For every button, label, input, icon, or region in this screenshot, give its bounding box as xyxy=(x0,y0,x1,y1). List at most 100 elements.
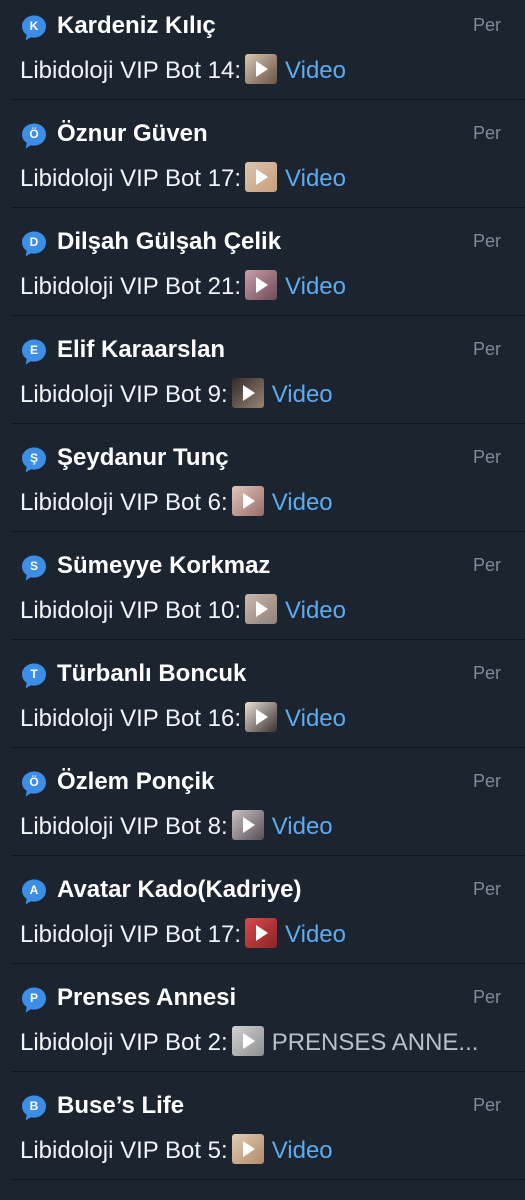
sender-name: Libidoloji VIP Bot 17: xyxy=(20,165,242,192)
video-thumbnail-icon xyxy=(245,54,278,84)
badge-letter: K xyxy=(29,19,39,33)
chat-bubble-icon: D xyxy=(20,230,48,258)
chat-name: Buse’s Life xyxy=(57,1092,185,1119)
chat-name: Dilşah Gülşah Çelik xyxy=(57,228,282,255)
chat-bubble-icon: P xyxy=(20,986,48,1014)
chat-bubble-icon: B xyxy=(20,1094,48,1122)
chat-row[interactable]: Ö Öznur Güven Per Libidoloji VIP Bot 17:… xyxy=(0,100,525,208)
video-thumbnail-icon xyxy=(245,594,278,624)
chat-bubble-icon: T xyxy=(20,662,48,690)
video-thumbnail-icon xyxy=(245,162,278,192)
chat-row[interactable]: Ö Özlem Ponçik Per Libidoloji VIP Bot 8:… xyxy=(0,748,525,856)
message-preview: Video xyxy=(285,597,346,624)
chat-preview-line: Libidoloji VIP Bot 16: Video xyxy=(20,702,501,736)
chat-row[interactable]: P Prenses Annesi Per Libidoloji VIP Bot … xyxy=(0,964,525,1072)
badge-letter: Ö xyxy=(29,127,39,141)
chat-header: K Kardeniz Kılıç Per xyxy=(20,10,501,44)
message-preview: Video xyxy=(285,165,346,192)
message-preview: Video xyxy=(285,921,346,948)
chat-preview-line: Libidoloji VIP Bot 14: Video xyxy=(20,54,501,88)
sender-name: Libidoloji VIP Bot 2: xyxy=(20,1029,228,1056)
message-preview: Video xyxy=(285,57,346,84)
chat-row[interactable]: T Türbanlı Boncuk Per Libidoloji VIP Bot… xyxy=(0,640,525,748)
chat-name: Elif Karaarslan xyxy=(57,336,226,363)
sender-name: Libidoloji VIP Bot 5: xyxy=(20,1137,228,1164)
message-preview: PRENSES ANNE... xyxy=(271,1029,479,1056)
chat-preview-line: Libidoloji VIP Bot 17: Video xyxy=(20,918,501,952)
chat-bubble-icon: Ö xyxy=(20,122,48,150)
video-thumbnail-icon xyxy=(231,1026,264,1056)
message-preview: Video xyxy=(271,813,333,840)
chat-name: Şeydanur Tunç xyxy=(57,444,229,471)
chat-row[interactable]: K Kardeniz Kılıç Per Libidoloji VIP Bot … xyxy=(0,0,525,100)
chat-bubble-icon: A xyxy=(20,878,48,906)
video-thumbnail-icon xyxy=(245,702,278,732)
chat-header: B Buse’s Life Per xyxy=(20,1090,501,1124)
chat-header: T Türbanlı Boncuk Per xyxy=(20,658,501,692)
chat-bubble-icon: Ö xyxy=(20,770,48,798)
badge-letter: B xyxy=(29,1099,39,1113)
chat-row[interactable]: A Avatar Kado(Kadriye) Per Libidoloji VI… xyxy=(0,856,525,964)
chat-row[interactable]: B Buse’s Life Per Libidoloji VIP Bot 5: V… xyxy=(0,1072,525,1180)
chat-header: E Elif Karaarslan Per xyxy=(20,334,501,368)
chat-preview-line: Libidoloji VIP Bot 6: Video xyxy=(20,486,501,520)
chat-row[interactable]: Ş Şeydanur Tunç Per Libidoloji VIP Bot 6… xyxy=(0,424,525,532)
chat-preview-line: Libidoloji VIP Bot 2: PRENSES ANNE... xyxy=(20,1026,501,1060)
sender-name: Libidoloji VIP Bot 10: xyxy=(20,597,242,624)
chat-name: Öznur Güven xyxy=(57,120,208,147)
sender-name: Libidoloji VIP Bot 21: xyxy=(20,273,242,300)
message-preview: Video xyxy=(271,489,333,516)
chat-time: Per xyxy=(472,555,501,575)
message-preview: Video xyxy=(271,381,333,408)
chat-time: Per xyxy=(472,663,501,683)
sender-name: Libidoloji VIP Bot 6: xyxy=(20,489,228,516)
chat-time: Per xyxy=(472,339,501,359)
chat-header: A Avatar Kado(Kadriye) Per xyxy=(20,874,501,908)
badge-letter: Ş xyxy=(29,451,38,465)
message-preview: Video xyxy=(271,1137,333,1164)
chat-name: Prenses Annesi xyxy=(57,984,237,1011)
chat-row[interactable]: S Sümeyye Korkmaz Per Libidoloji VIP Bot… xyxy=(0,532,525,640)
badge-letter: S xyxy=(29,559,38,573)
chat-preview-line: Libidoloji VIP Bot 10: Video xyxy=(20,594,501,628)
chat-preview-line: Libidoloji VIP Bot 8: Video xyxy=(20,810,501,844)
chat-time: Per xyxy=(472,1095,501,1115)
chat-bubble-icon: K xyxy=(20,14,48,42)
message-preview: Video xyxy=(285,705,346,732)
video-thumbnail-icon xyxy=(231,378,264,408)
chat-header: P Prenses Annesi Per xyxy=(20,982,501,1016)
sender-name: Libidoloji VIP Bot 16: xyxy=(20,705,242,732)
sender-name: Libidoloji VIP Bot 17: xyxy=(20,921,242,948)
chat-name: Sümeyye Korkmaz xyxy=(57,552,271,579)
chat-time: Per xyxy=(472,123,501,143)
badge-letter: E xyxy=(29,343,38,357)
chat-bubble-icon: Ş xyxy=(20,446,48,474)
badge-letter: D xyxy=(29,235,39,249)
chat-header: D Dilşah Gülşah Çelik Per xyxy=(20,226,501,260)
chat-bubble-icon: S xyxy=(20,554,48,582)
video-thumbnail-icon xyxy=(245,270,278,300)
chat-preview-line: Libidoloji VIP Bot 17: Video xyxy=(20,162,501,196)
chat-time: Per xyxy=(472,231,501,251)
chat-preview-line: Libidoloji VIP Bot 21: Video xyxy=(20,270,501,304)
video-thumbnail-icon xyxy=(231,810,264,840)
chat-header: Ş Şeydanur Tunç Per xyxy=(20,442,501,476)
chat-bubble-icon: E xyxy=(20,338,48,366)
chat-header: Ö Öznur Güven Per xyxy=(20,118,501,152)
chat-name: Avatar Kado(Kadriye) xyxy=(57,876,302,903)
chat-name: Türbanlı Boncuk xyxy=(57,660,247,687)
badge-letter: Ö xyxy=(29,775,39,789)
video-thumbnail-icon xyxy=(231,1134,264,1164)
badge-letter: A xyxy=(29,883,39,897)
chat-time: Per xyxy=(472,447,501,467)
badge-letter: P xyxy=(29,991,38,1005)
chat-row[interactable]: E Elif Karaarslan Per Libidoloji VIP Bot… xyxy=(0,316,525,424)
sender-name: Libidoloji VIP Bot 9: xyxy=(20,381,228,408)
sender-name: Libidoloji VIP Bot 14: xyxy=(20,57,242,84)
video-thumbnail-icon xyxy=(245,918,278,948)
chat-row[interactable]: D Dilşah Gülşah Çelik Per Libidoloji VIP… xyxy=(0,208,525,316)
chat-list: K Kardeniz Kılıç Per Libidoloji VIP Bot … xyxy=(0,0,525,1192)
chat-preview-line: Libidoloji VIP Bot 5: Video xyxy=(20,1134,501,1168)
chat-time: Per xyxy=(472,987,501,1007)
video-thumbnail-icon xyxy=(231,486,264,516)
